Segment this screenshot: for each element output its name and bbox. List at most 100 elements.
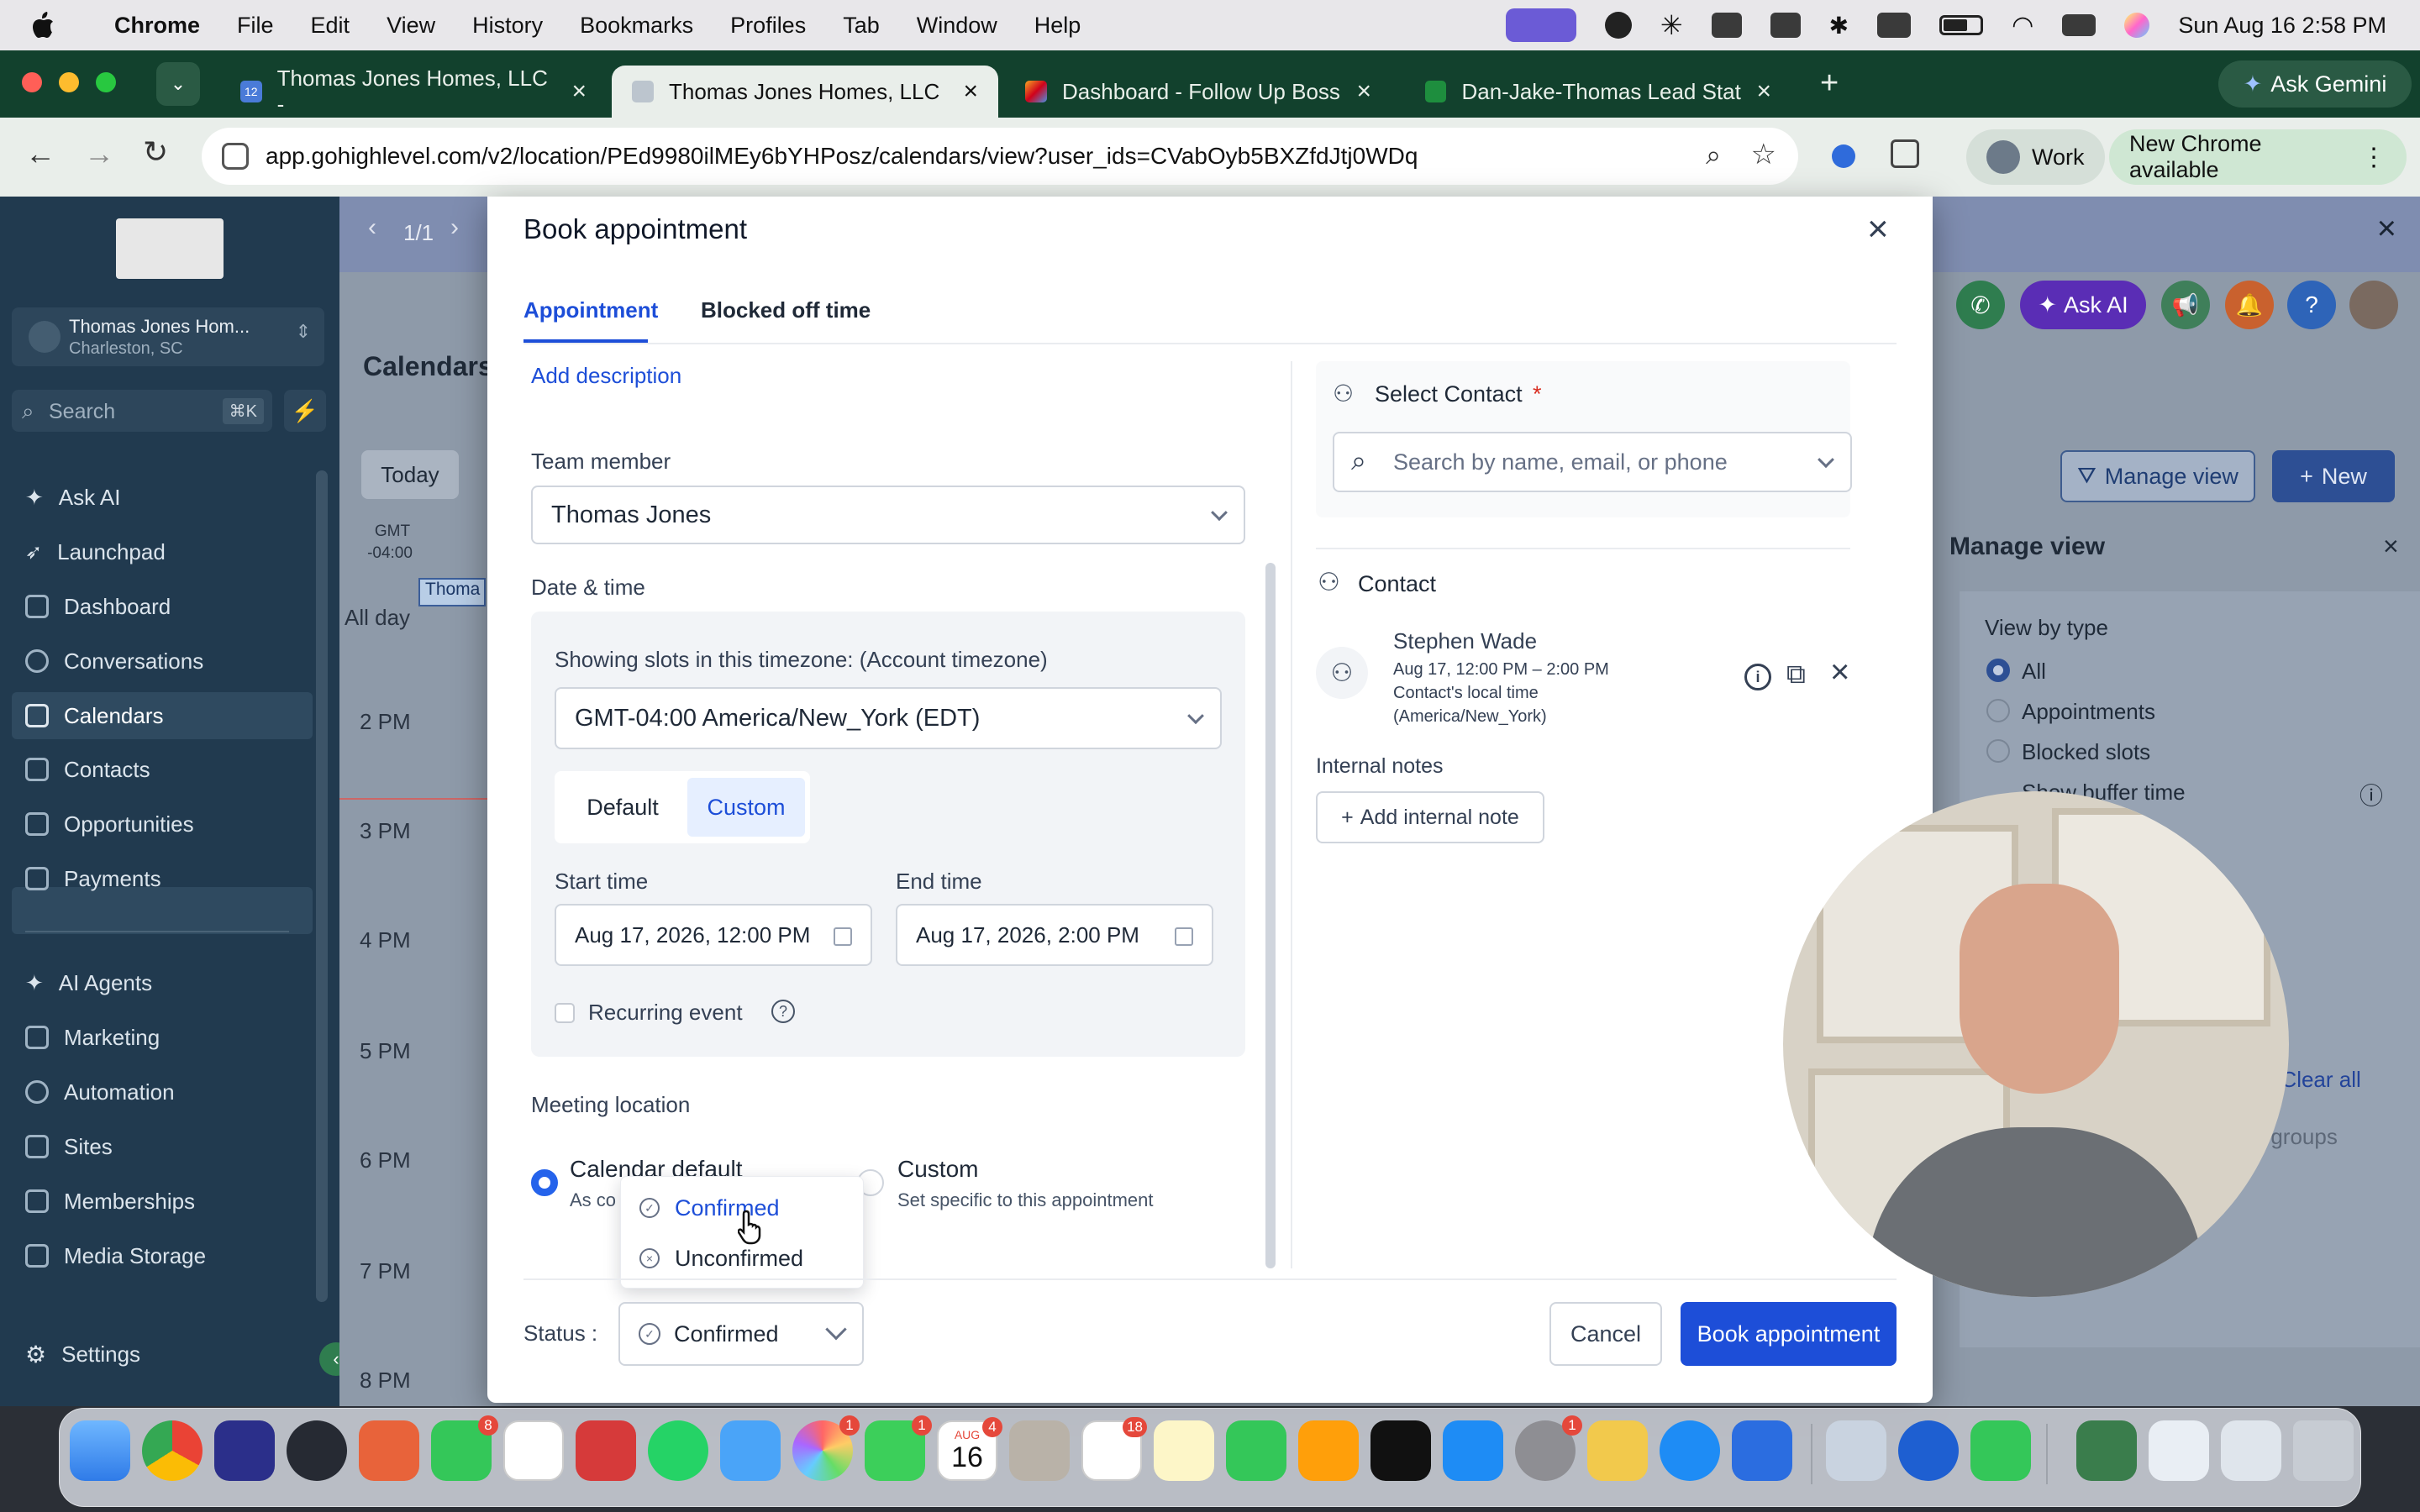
grammarly-icon[interactable] [1604,12,1632,39]
tab-4[interactable]: Dan-Jake-Thomas Lead Statu × [1405,66,1791,118]
downloads-stack-icon[interactable] [2076,1420,2137,1481]
sidebar-item-launchpad[interactable]: ➶ Launchpad [25,528,311,575]
phone-app-icon[interactable] [1970,1420,2031,1481]
slot-mode-default[interactable]: Default [561,778,684,837]
notes-icon[interactable] [1154,1420,1214,1481]
new-button[interactable]: + New [2272,450,2395,502]
sidebar-item-opportunities[interactable]: Opportunities [25,801,311,848]
radio-calendar-default[interactable] [531,1169,558,1196]
add-description-link[interactable]: Add description [531,363,681,389]
extension-icon[interactable] [1832,144,1855,168]
speedtest-icon[interactable] [576,1420,636,1481]
menu-bookmarks[interactable]: Bookmarks [580,13,693,39]
quicktime-icon[interactable] [1898,1420,1959,1481]
capcut-icon[interactable] [1370,1420,1431,1481]
ask-gemini-button[interactable]: ✦ Ask Gemini [2218,60,2412,108]
trash-icon[interactable] [2293,1420,2354,1481]
sidebar-item-memberships[interactable]: Memberships [25,1178,311,1225]
new-tab-icon[interactable]: + [1820,66,1839,102]
messages-icon[interactable]: 8 [431,1415,498,1481]
ask-ai-button[interactable]: ✦ Ask AI [2020,281,2146,329]
tab-3[interactable]: Dashboard - Follow Up Boss × [1005,66,1392,118]
close-banner-icon[interactable]: × [2377,210,2396,248]
left-column-scrollbar[interactable] [1265,563,1276,1268]
menu-edit[interactable]: Edit [311,13,350,39]
slot-mode-custom[interactable]: Custom [687,778,805,837]
sidebar-item-automation[interactable]: Automation [25,1068,311,1116]
account-switcher[interactable]: Thomas Jones Hom... Charleston, SC ⇕ [12,307,324,366]
end-time-input[interactable]: Aug 17, 2026, 2:00 PM [896,904,1213,966]
menu-file[interactable]: File [237,13,274,39]
close-tab-icon[interactable]: × [1356,77,1371,106]
iphone-mirroring-icon[interactable] [1732,1420,1792,1481]
close-panel-icon[interactable]: × [2383,531,2399,562]
zoom-icon[interactable]: ⌕ [1706,139,1721,171]
sidebar-item-conversations[interactable]: Conversations [25,638,311,685]
megaphone-icon[interactable]: 📢 [2161,281,2210,329]
notion-icon[interactable] [1711,13,1742,38]
recurring-checkbox[interactable] [555,1003,575,1023]
sidebar-item-calendars-active[interactable]: Calendars [12,692,313,739]
battery-icon[interactable] [1939,15,1984,35]
close-tab-icon[interactable]: × [1756,77,1771,106]
cancel-button[interactable]: Cancel [1549,1302,1662,1366]
menu-window[interactable]: Window [917,13,997,39]
sidebar-item-ai-agents[interactable]: ✦ AI Agents [25,959,311,1006]
today-button[interactable]: Today [361,450,459,499]
sidebar-item-sites[interactable]: Sites [25,1123,311,1170]
radio-appointments[interactable] [1986,699,2010,722]
pencil-app-icon[interactable] [1587,1420,1648,1481]
mail-icon[interactable] [720,1420,781,1481]
radio-all[interactable] [1986,659,2010,682]
notifications-bell-icon[interactable]: 🔔 [2225,281,2274,329]
app-store-icon[interactable] [1443,1420,1503,1481]
reload-icon[interactable]: ↻ [143,134,168,170]
finder-icon[interactable] [70,1420,130,1481]
book-appointment-button[interactable]: Book appointment [1681,1302,1897,1366]
numbers-icon[interactable] [1226,1420,1286,1481]
info-icon[interactable]: ⓘ [2360,778,2383,811]
pages-icon[interactable] [1298,1420,1359,1481]
webcam-overlay[interactable] [1783,791,2289,1297]
bluetooth-icon[interactable]: ✱ [1829,12,1849,39]
tab-1[interactable]: 12 Thomas Jones Homes, LLC - × [220,66,607,118]
wifi-icon[interactable]: ◠ [2012,11,2033,40]
claude-icon[interactable] [359,1420,419,1481]
memory-icon[interactable] [1877,13,1912,38]
calendar-event-chip[interactable]: Thoma [418,578,486,606]
start-time-input[interactable]: Aug 17, 2026, 12:00 PM [555,904,872,966]
minimize-window-icon[interactable] [59,72,79,92]
profile-chip[interactable]: Work [1966,129,2105,185]
obs-icon[interactable] [287,1420,347,1481]
tab-appointment[interactable]: Appointment [523,297,658,323]
whatsapp-icon[interactable] [648,1420,708,1481]
facetime-icon[interactable]: 1 [865,1415,932,1481]
recent-window-icon[interactable] [2221,1420,2281,1481]
close-window-icon[interactable] [22,72,42,92]
sidebar-item-dashboard[interactable]: Dashboard [25,583,311,630]
prev-page-icon[interactable]: ‹ [368,213,376,242]
menu-app-name[interactable]: Chrome [114,13,200,39]
next-page-icon[interactable]: › [450,213,459,242]
gohighlevel-icon[interactable] [214,1420,275,1481]
sparkle-icon[interactable]: ✳ [1660,9,1683,41]
chrome-icon[interactable] [142,1420,203,1481]
capcut-icon[interactable] [1770,13,1801,38]
status-select[interactable]: ✓ Confirmed [618,1302,864,1366]
menu-tab[interactable]: Tab [843,13,880,39]
sidebar-item-media-storage[interactable]: Media Storage [25,1232,311,1279]
info-icon[interactable]: i [1744,664,1771,690]
forward-icon[interactable]: → [84,136,114,171]
menubar-clock[interactable]: Sun Aug 16 2:58 PM [2178,13,2386,39]
menu-view[interactable]: View [387,13,435,39]
apple-menu-icon[interactable] [30,11,55,39]
timezone-select[interactable]: GMT-04:00 America/New_York (EDT) [555,687,1222,749]
recent-window-icon[interactable] [2149,1420,2209,1481]
sidebar-item-payments[interactable]: Payments [25,855,311,902]
extensions-puzzle-icon[interactable] [1891,139,1919,168]
bookmark-star-icon[interactable]: ☆ [1751,138,1776,171]
phone-icon[interactable]: ✆ [1956,281,2005,329]
help-circle-icon[interactable]: ? [771,1000,795,1023]
site-info-icon[interactable] [222,143,249,170]
remove-contact-icon[interactable]: × [1830,654,1849,691]
